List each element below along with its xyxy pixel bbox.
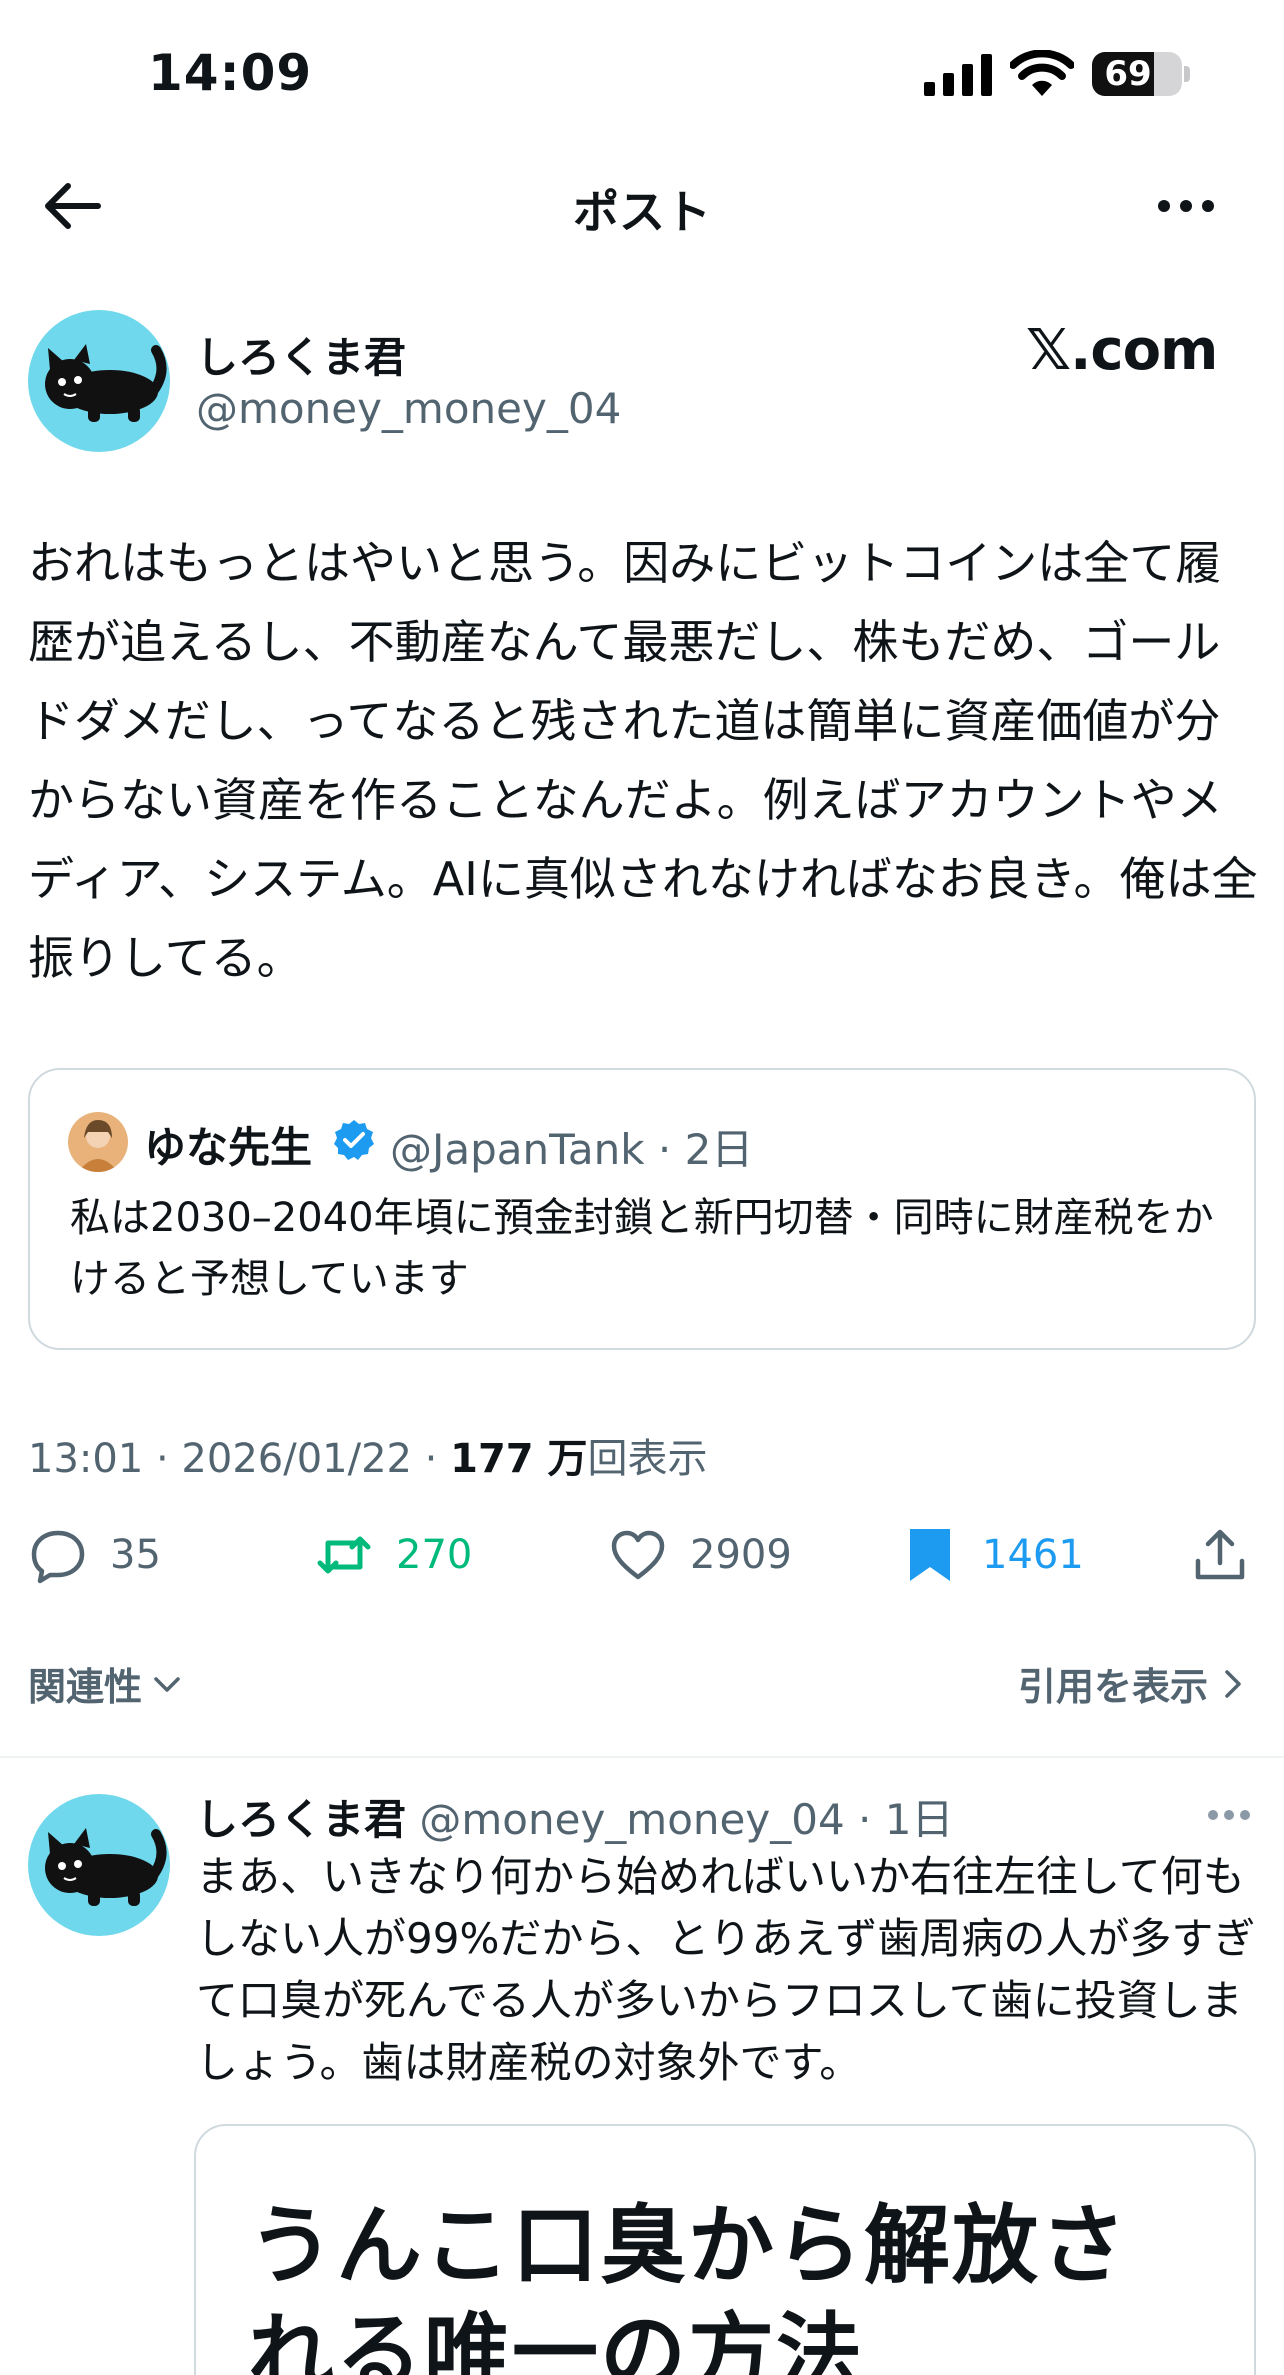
post-actions: 35 270 2909 1461: [0, 1510, 1284, 1600]
author-handle[interactable]: @money_money_04: [196, 384, 621, 433]
black-cat-icon: [45, 1828, 167, 1906]
status-time: 14:09: [148, 44, 313, 102]
reply-button[interactable]: 35: [28, 1510, 161, 1600]
like-button[interactable]: 2909: [608, 1510, 792, 1600]
reply-text: まあ、いきなり何から始めればいいか右往左往して何もしない人が99%だから、とりあ…: [196, 1852, 1256, 2087]
repost-button[interactable]: 270: [314, 1510, 472, 1600]
author-name[interactable]: しろくま君: [196, 324, 406, 385]
page-title: ポスト: [573, 185, 711, 239]
reply-count: 35: [110, 1532, 161, 1578]
reply-avatar[interactable]: [28, 1794, 170, 1936]
nav-header: ポスト: [0, 160, 1284, 252]
reply-author-name: しろくま君: [196, 1795, 407, 1844]
battery-icon: 69: [1092, 52, 1182, 96]
quoted-post-card[interactable]: ゆな先生 @JapanTank · 2日 私は2030–2040年頃に預金封鎖と…: [28, 1068, 1256, 1350]
repost-icon: [317, 1536, 371, 1574]
repost-count: 270: [396, 1532, 473, 1578]
verified-badge-icon: [334, 1120, 374, 1160]
chevron-down-icon: [154, 1676, 180, 1692]
reply-icon: [31, 1530, 85, 1584]
battery-level: 69: [1104, 54, 1152, 94]
quote-avatar: [68, 1112, 128, 1172]
wifi-icon: [1010, 50, 1074, 96]
reply-card-title: うんこ口臭から解放される唯一の方法: [248, 2196, 1128, 2375]
relevance-dropdown[interactable]: 関連性: [28, 1656, 184, 1711]
bookmark-button[interactable]: 1461: [900, 1510, 1084, 1600]
bookmark-icon: [910, 1529, 950, 1581]
status-bar: 14:09 69: [0, 0, 1284, 150]
x-com-logo: 𝕏.com: [1026, 318, 1218, 383]
view-quotes-link[interactable]: 引用を表示: [1018, 1656, 1250, 1711]
replies-sort-row: 関連性 引用を表示: [0, 1648, 1284, 1718]
post-timestamp: 13:01 · 2026/01/22 ·: [28, 1436, 451, 1482]
divider: [0, 1756, 1284, 1758]
quote-author-handle: @JapanTank · 2日: [390, 1125, 754, 1174]
views-label: 回表示: [587, 1436, 708, 1482]
relevance-label: 関連性: [28, 1665, 143, 1709]
like-count: 2909: [690, 1532, 792, 1578]
ellipsis-icon[interactable]: [1206, 1808, 1252, 1822]
person-icon: [78, 1120, 118, 1172]
chevron-right-icon: [1225, 1669, 1241, 1698]
reply-media-card[interactable]: うんこ口臭から解放される唯一の方法: [194, 2124, 1256, 2375]
quote-text: 私は2030–2040年頃に預金封鎖と新円切替・同時に財産税をかけると予想してい…: [70, 1195, 1214, 1302]
avatar[interactable]: [28, 310, 170, 452]
cellular-signal-icon: [924, 54, 992, 96]
reply-meta: @money_money_04 · 1日: [419, 1795, 954, 1844]
share-button[interactable]: [1190, 1510, 1250, 1600]
ellipsis-icon[interactable]: [1156, 198, 1216, 214]
battery-tip: [1184, 66, 1190, 82]
share-icon: [1195, 1529, 1245, 1580]
reply-header[interactable]: しろくま君 @money_money_04 · 1日: [196, 1786, 953, 1847]
bookmark-count: 1461: [982, 1532, 1084, 1578]
quote-author-name: ゆな先生: [144, 1123, 313, 1172]
view-quotes-label: 引用を表示: [1017, 1665, 1208, 1709]
heart-icon: [611, 1530, 665, 1580]
black-cat-icon: [45, 344, 167, 422]
post-meta: 13:01 · 2026/01/22 · 177 万回表示: [28, 1426, 708, 1484]
post-text: おれはもっとはやいと思う。因みにビットコインは全て履歴が追えるし、不動産なんて最…: [28, 536, 1258, 985]
views-count[interactable]: 177 万: [450, 1436, 587, 1482]
